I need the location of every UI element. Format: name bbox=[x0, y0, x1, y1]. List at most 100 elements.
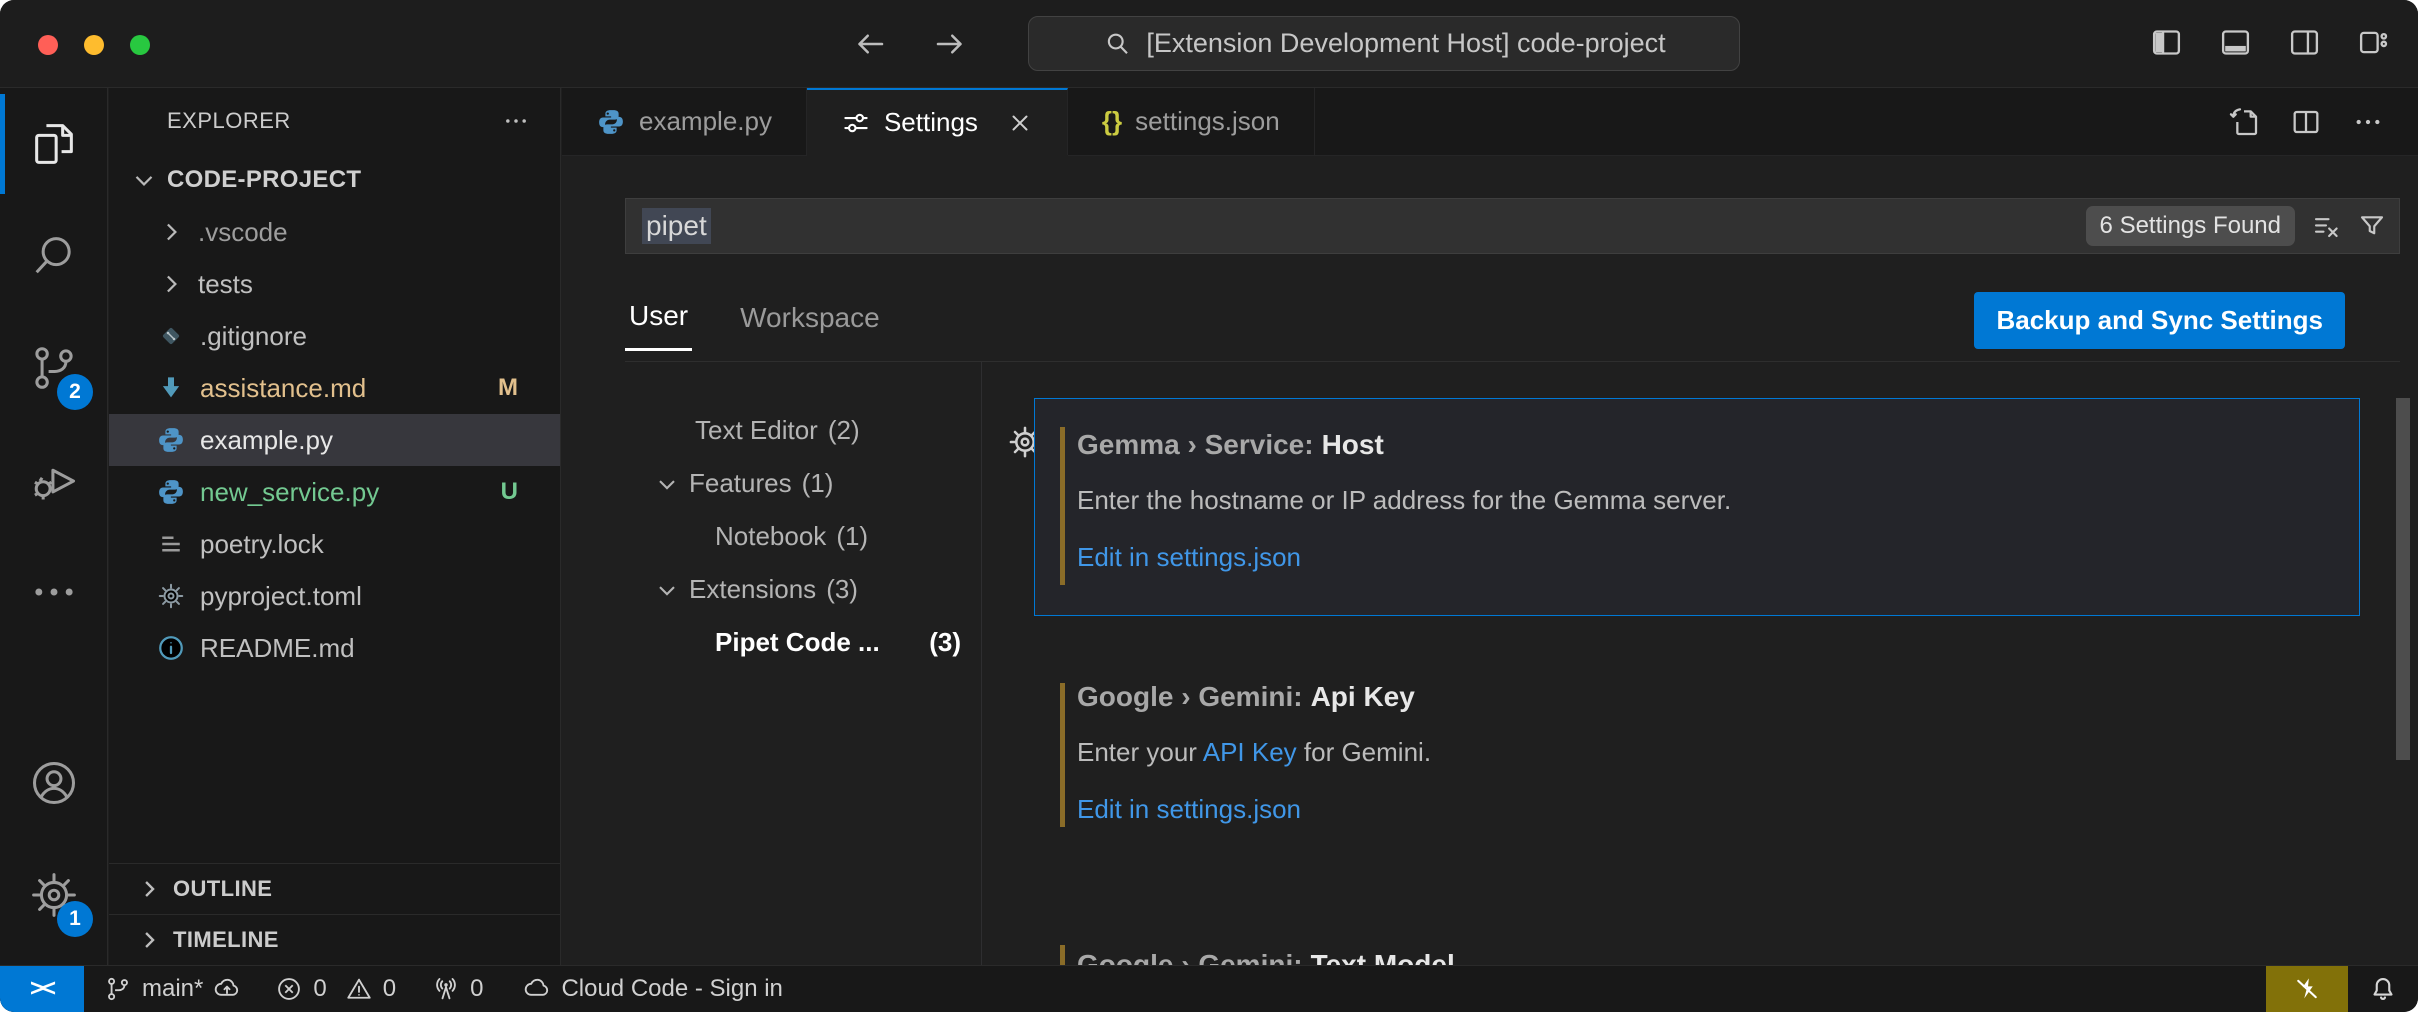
edit-in-settings-json-link[interactable]: Edit in settings.json bbox=[1077, 794, 2323, 825]
account-icon bbox=[28, 757, 80, 809]
settings-search-input[interactable]: pipet 6 Settings Found bbox=[625, 198, 2400, 254]
chevron-right-icon bbox=[135, 875, 163, 903]
command-center-search[interactable]: [Extension Development Host] code-projec… bbox=[1028, 16, 1740, 71]
branch-status-item[interactable]: main* bbox=[104, 975, 241, 1003]
clear-search-icon[interactable] bbox=[2311, 211, 2341, 241]
tree-item-pyproject-toml[interactable]: pyproject.toml bbox=[109, 570, 560, 622]
sync-cloud-icon bbox=[213, 975, 241, 1003]
activity-settings[interactable]: 1 bbox=[0, 839, 107, 951]
search-icon bbox=[28, 230, 80, 282]
edit-in-settings-json-link[interactable]: Edit in settings.json bbox=[1077, 542, 2323, 573]
activity-more[interactable] bbox=[0, 536, 107, 648]
ellipsis-icon bbox=[28, 566, 80, 618]
open-settings-json-icon[interactable] bbox=[2228, 106, 2260, 138]
tab-settings-json[interactable]: {} settings.json bbox=[1068, 88, 1315, 155]
explorer-title: EXPLORER bbox=[167, 108, 291, 134]
tree-item-new-service-py[interactable]: new_service.py U bbox=[109, 466, 560, 518]
markdown-icon bbox=[156, 373, 186, 403]
scrollbar-thumb[interactable] bbox=[2396, 398, 2410, 760]
activity-source-control[interactable]: 2 bbox=[0, 312, 107, 424]
setting-google-gemini-text-model[interactable]: Google › Gemini:Text Model bbox=[1034, 928, 2360, 965]
json-icon: {} bbox=[1102, 106, 1122, 137]
notifications-bell-icon[interactable] bbox=[2348, 974, 2418, 1004]
tree-item-vscode[interactable]: .vscode bbox=[109, 206, 560, 258]
python-icon bbox=[596, 107, 626, 137]
cloud-icon bbox=[523, 975, 551, 1003]
search-icon bbox=[1102, 29, 1132, 59]
setting-gemma-service-host[interactable]: Gemma › Service:Host Enter the hostname … bbox=[1034, 398, 2360, 616]
outline-section-header[interactable]: OUTLINE bbox=[109, 863, 560, 914]
toggle-secondary-sidebar-icon[interactable] bbox=[2288, 26, 2321, 59]
window-controls bbox=[38, 35, 150, 55]
close-window-button[interactable] bbox=[38, 35, 58, 55]
tree-root-folder[interactable]: CODE-PROJECT bbox=[109, 154, 560, 206]
git-status-badge: M bbox=[498, 374, 518, 402]
activity-run-debug[interactable] bbox=[0, 424, 107, 536]
warning-icon bbox=[345, 975, 373, 1003]
zoom-window-button[interactable] bbox=[130, 35, 150, 55]
settings-search-value: pipet bbox=[642, 208, 711, 244]
chevron-right-icon bbox=[135, 926, 163, 954]
setting-description: Enter your API Key for Gemini. bbox=[1077, 737, 2323, 768]
forward-icon[interactable] bbox=[932, 26, 968, 62]
minimize-window-button[interactable] bbox=[84, 35, 104, 55]
toc-pipet-code[interactable]: Pipet Code ... (3) bbox=[625, 616, 981, 669]
more-actions-icon[interactable] bbox=[2352, 106, 2384, 138]
tab-example-py[interactable]: example.py bbox=[562, 88, 807, 155]
activity-bar: 2 1 bbox=[0, 88, 108, 965]
status-bar: >< main* 0 0 0 Cloud Code - Sign in bbox=[0, 965, 2418, 1012]
toggle-panel-icon[interactable] bbox=[2219, 26, 2252, 59]
editor-group: example.py Settings {} settings.json pip… bbox=[562, 88, 2418, 965]
api-key-link[interactable]: API Key bbox=[1203, 737, 1297, 767]
window-title: [Extension Development Host] code-projec… bbox=[1146, 28, 1665, 59]
tree-item-poetry-lock[interactable]: poetry.lock bbox=[109, 518, 560, 570]
cloud-code-status-item[interactable]: Cloud Code - Sign in bbox=[523, 975, 782, 1003]
scope-tab-workspace[interactable]: Workspace bbox=[736, 302, 884, 350]
activity-explorer[interactable] bbox=[0, 88, 107, 200]
close-tab-icon[interactable] bbox=[1007, 110, 1033, 136]
timeline-section-header[interactable]: TIMELINE bbox=[109, 914, 560, 965]
setting-description: Enter the hostname or IP address for the… bbox=[1077, 485, 2323, 516]
split-editor-icon[interactable] bbox=[2290, 106, 2322, 138]
tree-item-assistance-md[interactable]: assistance.md M bbox=[109, 362, 560, 414]
remote-indicator[interactable]: >< bbox=[0, 966, 84, 1012]
chevron-down-icon bbox=[129, 165, 159, 195]
file-tree: CODE-PROJECT .vscode tests .gitignore as… bbox=[109, 154, 560, 674]
run-debug-icon bbox=[28, 454, 80, 506]
toc-notebook[interactable]: Notebook (1) bbox=[625, 510, 981, 563]
toc-extensions[interactable]: Extensions (3) bbox=[625, 563, 981, 616]
ports-status-item[interactable]: 0 bbox=[432, 975, 483, 1003]
chevron-right-icon bbox=[156, 217, 186, 247]
scm-changes-badge: 2 bbox=[57, 374, 93, 410]
customize-layout-icon[interactable] bbox=[2357, 26, 2390, 59]
settings-editor: pipet 6 Settings Found User Workspace Ba… bbox=[562, 156, 2418, 965]
broadcast-icon bbox=[432, 975, 460, 1003]
setting-google-gemini-api-key[interactable]: Google › Gemini:Api Key Enter your API K… bbox=[1034, 654, 2360, 858]
explorer-actions-icon[interactable] bbox=[502, 107, 530, 135]
toml-gear-icon bbox=[156, 581, 186, 611]
filter-icon[interactable] bbox=[2357, 211, 2387, 241]
tree-item-gitignore[interactable]: .gitignore bbox=[109, 310, 560, 362]
toc-text-editor[interactable]: Text Editor (2) bbox=[625, 404, 981, 457]
tree-item-readme-md[interactable]: README.md bbox=[109, 622, 560, 674]
chevron-down-icon bbox=[653, 470, 681, 498]
backup-sync-button[interactable]: Backup and Sync Settings bbox=[1974, 292, 2345, 349]
back-icon[interactable] bbox=[852, 26, 888, 62]
activity-search[interactable] bbox=[0, 200, 107, 312]
extension-warning-status-item[interactable] bbox=[2266, 966, 2348, 1012]
chevron-down-icon bbox=[653, 576, 681, 604]
scope-tab-user[interactable]: User bbox=[625, 300, 692, 351]
vscode-window: [Extension Development Host] code-projec… bbox=[0, 0, 2418, 1012]
toc-features[interactable]: Features (1) bbox=[625, 457, 981, 510]
settings-sliders-icon bbox=[841, 108, 871, 138]
tab-settings[interactable]: Settings bbox=[807, 88, 1068, 155]
problems-status-item[interactable]: 0 0 bbox=[275, 975, 396, 1003]
toggle-primary-sidebar-icon[interactable] bbox=[2150, 26, 2183, 59]
settings-results-count: 6 Settings Found bbox=[2086, 206, 2295, 246]
git-branch-icon bbox=[104, 975, 132, 1003]
tree-item-example-py[interactable]: example.py bbox=[109, 414, 560, 466]
tree-item-tests[interactable]: tests bbox=[109, 258, 560, 310]
settings-body: Text Editor (2) Features (1) Notebook (1… bbox=[625, 362, 2418, 965]
chevron-right-icon bbox=[156, 269, 186, 299]
activity-account[interactable] bbox=[0, 727, 107, 839]
